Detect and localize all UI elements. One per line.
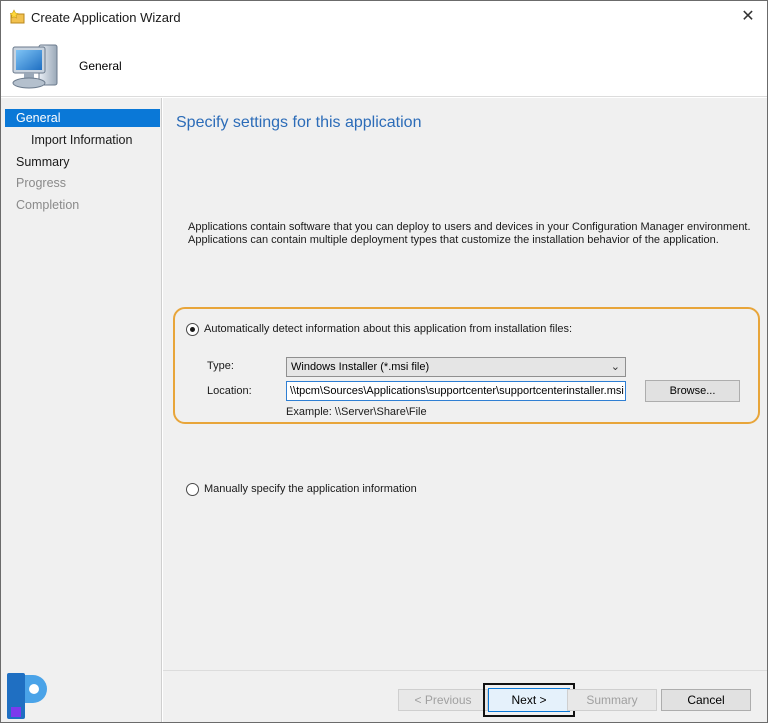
wizard-window: Create Application Wizard ✕ General Gene…: [0, 0, 768, 723]
wizard-footer: < Previous Next > Summary Cancel: [163, 670, 767, 722]
description: Applications contain software that you c…: [188, 221, 758, 247]
browse-button[interactable]: Browse...: [645, 380, 740, 402]
sidebar-item-general[interactable]: General: [5, 109, 160, 127]
location-input[interactable]: [286, 381, 626, 401]
auto-detect-radio[interactable]: [186, 323, 199, 336]
location-label: Location:: [207, 385, 252, 397]
wizard-header: General: [1, 33, 767, 97]
next-button-highlight: Next >: [483, 683, 575, 717]
sidebar-item-progress: Progress: [16, 176, 67, 190]
close-button[interactable]: ✕: [731, 3, 765, 31]
sidebar-item-import-information[interactable]: Import Information: [31, 131, 132, 149]
radio-selected-dot: [190, 327, 195, 332]
description-line-2: Applications can contain multiple deploy…: [188, 234, 719, 246]
type-label: Type:: [207, 360, 234, 372]
summary-button[interactable]: Summary: [567, 689, 657, 711]
page-title: Specify settings for this application: [176, 114, 422, 131]
manual-label[interactable]: Manually specify the application informa…: [204, 483, 417, 495]
location-example: Example: \\Server\Share\File: [286, 406, 427, 418]
next-button[interactable]: Next >: [488, 688, 570, 712]
sidebar-item-completion: Completion: [16, 198, 80, 212]
brand-logo-icon: [7, 673, 47, 719]
sidebar-item-summary[interactable]: Summary: [16, 153, 69, 171]
computer-icon: [12, 44, 58, 89]
chevron-down-icon: ⌄: [610, 361, 620, 373]
type-select-value: Windows Installer (*.msi file): [291, 361, 430, 373]
previous-button[interactable]: < Previous: [398, 689, 488, 711]
wizard-content: Specify settings for this application Ap…: [163, 98, 767, 670]
wizard-icon: [10, 9, 25, 24]
manual-radio[interactable]: [186, 483, 199, 496]
type-select[interactable]: Windows Installer (*.msi file) ⌄: [286, 357, 626, 377]
window-title: Create Application Wizard: [31, 10, 181, 25]
description-line-1: Applications contain software that you c…: [188, 221, 751, 233]
close-icon: ✕: [741, 8, 755, 25]
wizard-steps-sidebar: General Import Information Summary Progr…: [1, 98, 162, 722]
title-bar: Create Application Wizard ✕: [1, 1, 767, 33]
auto-detect-label[interactable]: Automatically detect information about t…: [204, 323, 572, 335]
cancel-button[interactable]: Cancel: [661, 689, 751, 711]
header-title: General: [79, 59, 122, 73]
